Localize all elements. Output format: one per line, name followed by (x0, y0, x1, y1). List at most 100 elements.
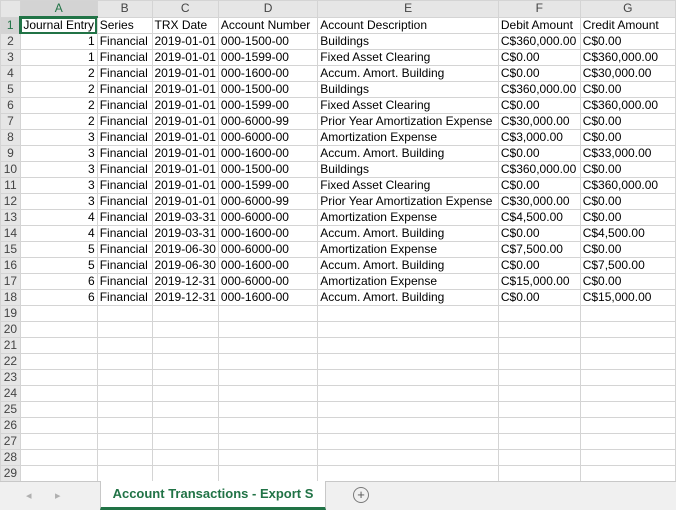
cell[interactable]: 3 (19, 177, 98, 194)
cell[interactable] (217, 417, 319, 434)
next-sheet-icon[interactable]: ▸ (55, 489, 61, 502)
cell[interactable]: 000-6000-99 (217, 193, 319, 210)
cell[interactable] (19, 321, 98, 338)
cell[interactable] (579, 321, 676, 338)
cell[interactable] (497, 449, 581, 466)
cell[interactable] (96, 353, 153, 370)
cell[interactable]: C$0.00 (497, 97, 581, 114)
row-header[interactable]: 19 (0, 305, 21, 322)
cell[interactable] (19, 305, 98, 322)
cell[interactable] (317, 433, 499, 450)
cell[interactable]: 000-6000-00 (217, 241, 319, 258)
cell[interactable]: C$0.00 (497, 49, 581, 66)
cell[interactable]: 000-6000-00 (217, 273, 319, 290)
cell[interactable] (317, 449, 499, 466)
cell[interactable] (96, 385, 153, 402)
cell[interactable]: Amortization Expense (317, 209, 499, 226)
cell[interactable]: 3 (19, 193, 98, 210)
cell[interactable]: C$0.00 (497, 145, 581, 162)
cell[interactable]: 2019-06-30 (151, 241, 219, 258)
cell[interactable] (579, 449, 676, 466)
cell[interactable] (151, 433, 219, 450)
cell[interactable] (19, 337, 98, 354)
cell[interactable] (217, 449, 319, 466)
cell[interactable]: 2019-01-01 (151, 49, 219, 66)
cell[interactable]: C$360,000.00 (579, 49, 676, 66)
cell[interactable]: Account Number (217, 16, 319, 34)
cell[interactable]: 2019-01-01 (151, 129, 219, 146)
cell[interactable]: 000-1600-00 (217, 145, 319, 162)
prev-sheet-icon[interactable]: ◂ (26, 489, 32, 502)
cell[interactable]: C$30,000.00 (497, 193, 581, 210)
cell[interactable]: Financial (96, 273, 153, 290)
cell[interactable]: Financial (96, 257, 153, 274)
cell[interactable]: Financial (96, 193, 153, 210)
cell[interactable] (317, 385, 499, 402)
row-header[interactable]: 14 (0, 225, 21, 242)
cell[interactable] (96, 305, 153, 322)
cell[interactable]: Series (96, 16, 153, 34)
cell[interactable] (151, 449, 219, 466)
row-header[interactable]: 9 (0, 145, 21, 162)
cell[interactable] (151, 401, 219, 418)
cell[interactable]: 2019-01-01 (151, 81, 219, 98)
cell[interactable] (579, 353, 676, 370)
column-header-f[interactable]: F (497, 0, 581, 18)
row-header[interactable]: 16 (0, 257, 21, 274)
cell[interactable] (151, 337, 219, 354)
cell[interactable] (217, 433, 319, 450)
cell[interactable]: 2 (19, 65, 98, 82)
cell[interactable]: 000-6000-00 (217, 129, 319, 146)
cell[interactable] (317, 321, 499, 338)
cell[interactable]: Accum. Amort. Building (317, 65, 499, 82)
cell[interactable]: C$360,000.00 (497, 161, 581, 178)
row-header[interactable]: 20 (0, 321, 21, 338)
cell[interactable] (151, 305, 219, 322)
row-header[interactable]: 7 (0, 113, 21, 130)
cell[interactable]: C$7,500.00 (497, 241, 581, 258)
cell[interactable]: C$0.00 (497, 289, 581, 306)
column-header-g[interactable]: G (579, 0, 676, 18)
cell[interactable]: 000-1600-00 (217, 65, 319, 82)
column-header-d[interactable]: D (217, 0, 319, 18)
cell[interactable]: Credit Amount (579, 16, 676, 34)
cell[interactable]: Financial (96, 97, 153, 114)
cell[interactable]: 2019-01-01 (151, 33, 219, 50)
cell[interactable]: Fixed Asset Clearing (317, 97, 499, 114)
cell[interactable] (96, 417, 153, 434)
cell[interactable] (151, 465, 219, 481)
cell[interactable]: 5 (19, 257, 98, 274)
cell[interactable]: Financial (96, 81, 153, 98)
cell[interactable] (96, 337, 153, 354)
column-header-c[interactable]: C (151, 0, 219, 18)
column-header-b[interactable]: B (96, 0, 153, 18)
cell[interactable]: 1 (19, 49, 98, 66)
cell[interactable]: 000-1599-00 (217, 97, 319, 114)
cell[interactable]: 3 (19, 129, 98, 146)
cell[interactable] (217, 401, 319, 418)
cell[interactable] (497, 385, 581, 402)
cell[interactable]: 000-1500-00 (217, 161, 319, 178)
cell[interactable] (317, 353, 499, 370)
cell[interactable]: Buildings (317, 161, 499, 178)
cell[interactable]: C$30,000.00 (579, 65, 676, 82)
cell[interactable]: C$0.00 (579, 241, 676, 258)
cell[interactable] (579, 337, 676, 354)
cell[interactable]: Financial (96, 225, 153, 242)
cell[interactable]: Accum. Amort. Building (317, 145, 499, 162)
cell[interactable] (497, 337, 581, 354)
cell[interactable] (317, 369, 499, 386)
cell[interactable]: 000-1599-00 (217, 49, 319, 66)
cell[interactable] (19, 385, 98, 402)
cell[interactable]: 2019-01-01 (151, 65, 219, 82)
cell[interactable]: 4 (19, 225, 98, 242)
cell[interactable]: C$15,000.00 (579, 289, 676, 306)
row-header[interactable]: 27 (0, 433, 21, 450)
cell[interactable]: 000-1599-00 (217, 177, 319, 194)
cell[interactable]: C$0.00 (579, 113, 676, 130)
cell[interactable]: 6 (19, 289, 98, 306)
cell[interactable]: Financial (96, 241, 153, 258)
cell[interactable]: C$0.00 (579, 273, 676, 290)
cell[interactable]: 2 (19, 113, 98, 130)
cell[interactable]: 2019-01-01 (151, 145, 219, 162)
